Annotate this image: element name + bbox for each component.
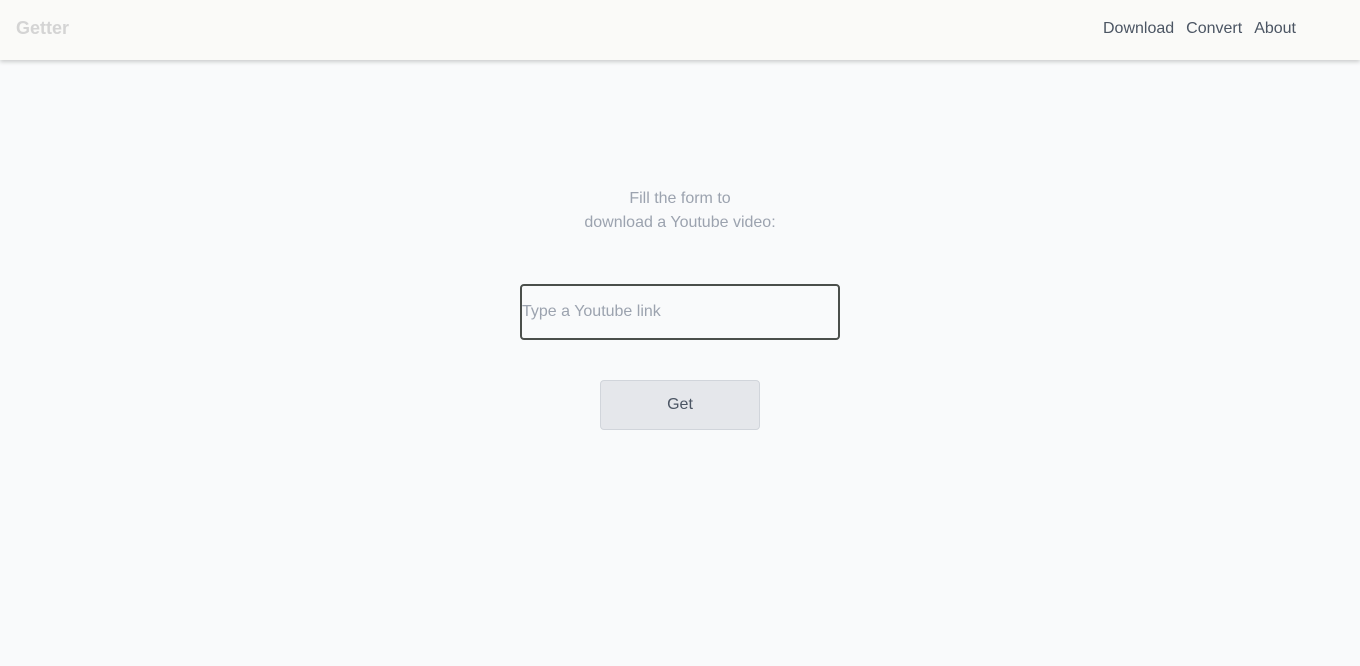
- form-intro-line-1: Fill the form to: [629, 190, 731, 207]
- nav-link-download[interactable]: Download: [1103, 20, 1174, 38]
- top-navbar: Getter Download Convert About: [0, 0, 1360, 60]
- youtube-link-input[interactable]: [520, 284, 840, 340]
- nav-link-about[interactable]: About: [1254, 20, 1296, 38]
- form-intro-line-2: download a Youtube video:: [584, 214, 776, 231]
- get-button[interactable]: Get: [600, 380, 760, 430]
- nav-link-convert[interactable]: Convert: [1186, 20, 1242, 38]
- brand-logo[interactable]: Getter: [16, 0, 69, 57]
- main-content: Fill the form to download a Youtube vide…: [0, 60, 1360, 666]
- nav-links: Download Convert About: [1103, 0, 1296, 57]
